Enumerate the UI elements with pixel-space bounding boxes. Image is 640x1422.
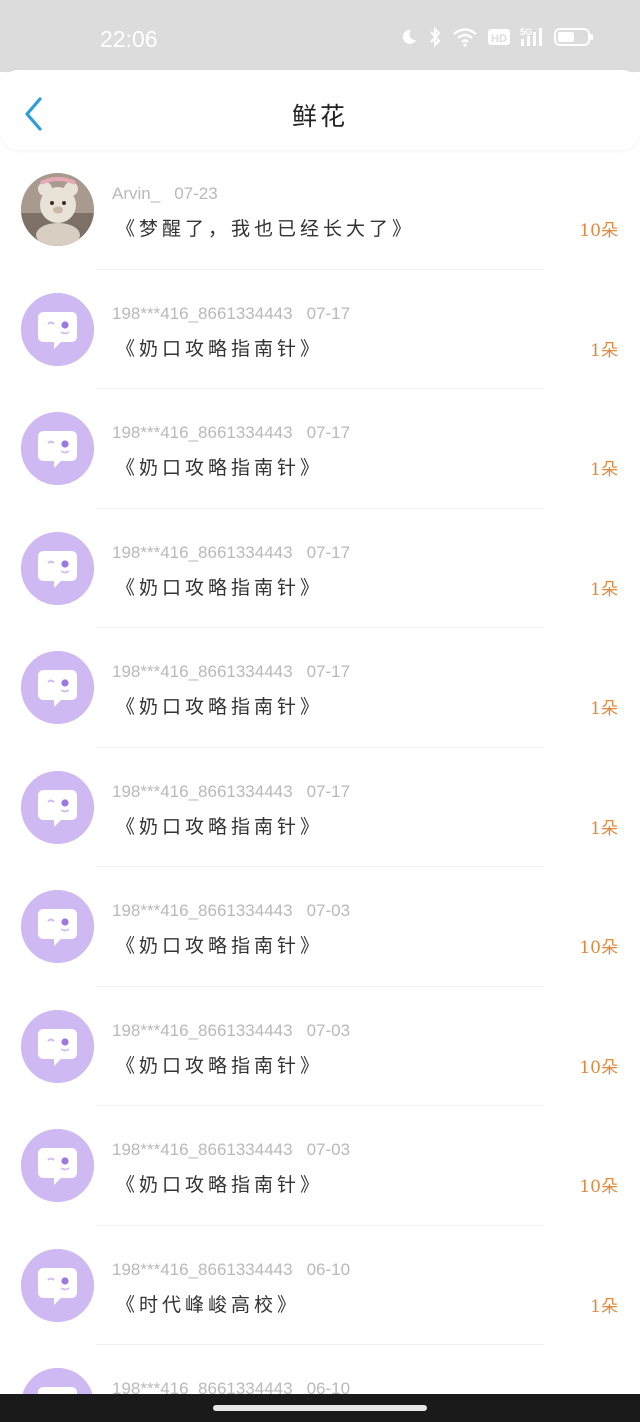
sender-name: 198***416_8661334443	[112, 1020, 293, 1040]
flower-count: 10朵	[579, 221, 618, 241]
status-bar: 22:06 HD 5G	[0, 0, 640, 72]
send-date: 07-17	[306, 781, 351, 801]
flower-count: 10朵	[579, 938, 618, 958]
flower-count: 1朵	[590, 340, 618, 361]
item-title: 《奶口攻略指南针》	[116, 1054, 324, 1077]
item-meta: Arvin_ 07-23	[112, 184, 218, 204]
svg-text:5G: 5G	[520, 27, 532, 37]
item-meta: 198***416_8661334443 07-17	[112, 543, 350, 563]
list-item[interactable]: 198***416_8661334443 07-17 《奶口攻略指南针》 1朵	[0, 509, 640, 628]
avatar[interactable]	[21, 173, 94, 246]
flower-record-list: Arvin_ 07-23 《梦醒了，我也已经长大了》 10朵 198***416_866…	[0, 150, 640, 1422]
svg-text:HD: HD	[491, 33, 507, 45]
avatar[interactable]	[21, 651, 94, 724]
send-date: 06-10	[306, 1259, 351, 1279]
send-date: 07-17	[306, 303, 351, 323]
item-title: 《梦醒了，我也已经长大了》	[116, 218, 416, 240]
avatar[interactable]	[21, 1009, 94, 1083]
item-meta: 198***416_8661334443 07-17	[112, 782, 350, 802]
send-date: 07-23	[174, 184, 218, 203]
item-title: 《时代峰峻高校》	[116, 1293, 301, 1316]
item-meta: 198***416_8661334443 07-17	[112, 304, 350, 324]
item-title: 《奶口攻略指南针》	[116, 457, 324, 479]
item-title: 《奶口攻略指南针》	[116, 337, 324, 360]
sender-name: 198***416_8661334443	[112, 303, 293, 323]
flower-count: 1朵	[590, 699, 618, 719]
sender-name: 198***416_8661334443	[112, 1140, 293, 1159]
flower-count: 1朵	[590, 1296, 618, 1317]
flower-count: 1朵	[590, 460, 618, 480]
flower-count: 10朵	[579, 1057, 618, 1078]
list-item[interactable]: 198***416_8661334443 07-03 《奶口攻略指南针》 10朵	[0, 1106, 640, 1226]
sender-name: 198***416_8661334443	[112, 1259, 293, 1279]
send-date: 07-17	[306, 542, 351, 562]
list-item[interactable]: 198***416_8661334443 07-17 《奶口攻略指南针》 1朵	[0, 389, 640, 509]
status-icons: HD 5G	[400, 26, 594, 48]
item-meta: 198***416_8661334443 07-17	[112, 662, 350, 682]
send-date: 07-03	[306, 1020, 351, 1040]
page-title: 鲜花	[291, 102, 348, 131]
5g-signal-icon: 5G	[520, 26, 544, 48]
item-title: 《奶口攻略指南针》	[116, 576, 324, 599]
flower-count: 10朵	[579, 1177, 618, 1197]
list-item[interactable]: 198***416_8661334443 06-10 《时代峰峻高校》 1朵	[0, 1226, 640, 1345]
hd-icon: HD	[488, 28, 510, 46]
item-meta: 198***416_8661334443 07-03	[112, 1021, 350, 1041]
avatar[interactable]	[21, 292, 94, 366]
item-title: 《奶口攻略指南针》	[116, 696, 324, 718]
list-item[interactable]: 198***416_8661334443 07-17 《奶口攻略指南针》 1朵	[0, 748, 640, 867]
avatar[interactable]	[21, 531, 94, 605]
list-item[interactable]: 198***416_8661334443 07-17 《奶口攻略指南针》 1朵	[0, 270, 640, 389]
item-title: 《奶口攻略指南针》	[116, 815, 324, 838]
send-date: 07-17	[306, 423, 351, 442]
item-title: 《奶口攻略指南针》	[116, 1174, 324, 1196]
avatar[interactable]	[21, 890, 94, 963]
avatar[interactable]	[21, 770, 94, 844]
sender-name: Arvin_	[112, 184, 161, 203]
avatar[interactable]	[21, 1129, 94, 1202]
list-item[interactable]: 198***416_8661334443 07-03 《奶口攻略指南针》 10朵	[0, 987, 640, 1106]
item-title: 《奶口攻略指南针》	[116, 935, 324, 957]
wifi-icon	[452, 27, 478, 47]
list-item[interactable]: 198***416_8661334443 07-17 《奶口攻略指南针》 1朵	[0, 628, 640, 748]
flower-count: 1朵	[590, 818, 618, 839]
sender-name: 198***416_8661334443	[112, 662, 293, 681]
sender-name: 198***416_8661334443	[112, 423, 293, 442]
home-indicator[interactable]	[213, 1405, 427, 1411]
item-meta: 198***416_8661334443 07-03	[112, 901, 350, 921]
sender-name: 198***416_8661334443	[112, 542, 293, 562]
sender-name: 198***416_8661334443	[112, 781, 293, 801]
header-bar: 鲜花	[0, 70, 640, 150]
status-time: 22:06	[100, 26, 158, 52]
send-date: 07-03	[306, 1140, 351, 1159]
list-item[interactable]: Arvin_ 07-23 《梦醒了，我也已经长大了》 10朵	[0, 150, 640, 270]
send-date: 07-17	[306, 662, 351, 681]
sender-name: 198***416_8661334443	[112, 901, 293, 920]
battery-icon	[554, 27, 594, 47]
list-item[interactable]: 198***416_8661334443 07-03 《奶口攻略指南针》 10朵	[0, 867, 640, 987]
navigation-bar	[0, 1394, 640, 1422]
item-meta: 198***416_8661334443 06-10	[112, 1260, 350, 1280]
avatar[interactable]	[21, 1248, 94, 1322]
item-meta: 198***416_8661334443 07-17	[112, 423, 350, 443]
send-date: 07-03	[306, 901, 351, 920]
item-meta: 198***416_8661334443 07-03	[112, 1140, 350, 1160]
avatar[interactable]	[21, 412, 94, 485]
flower-count: 1朵	[590, 579, 618, 600]
moon-icon	[400, 28, 418, 46]
bluetooth-icon	[428, 27, 442, 47]
